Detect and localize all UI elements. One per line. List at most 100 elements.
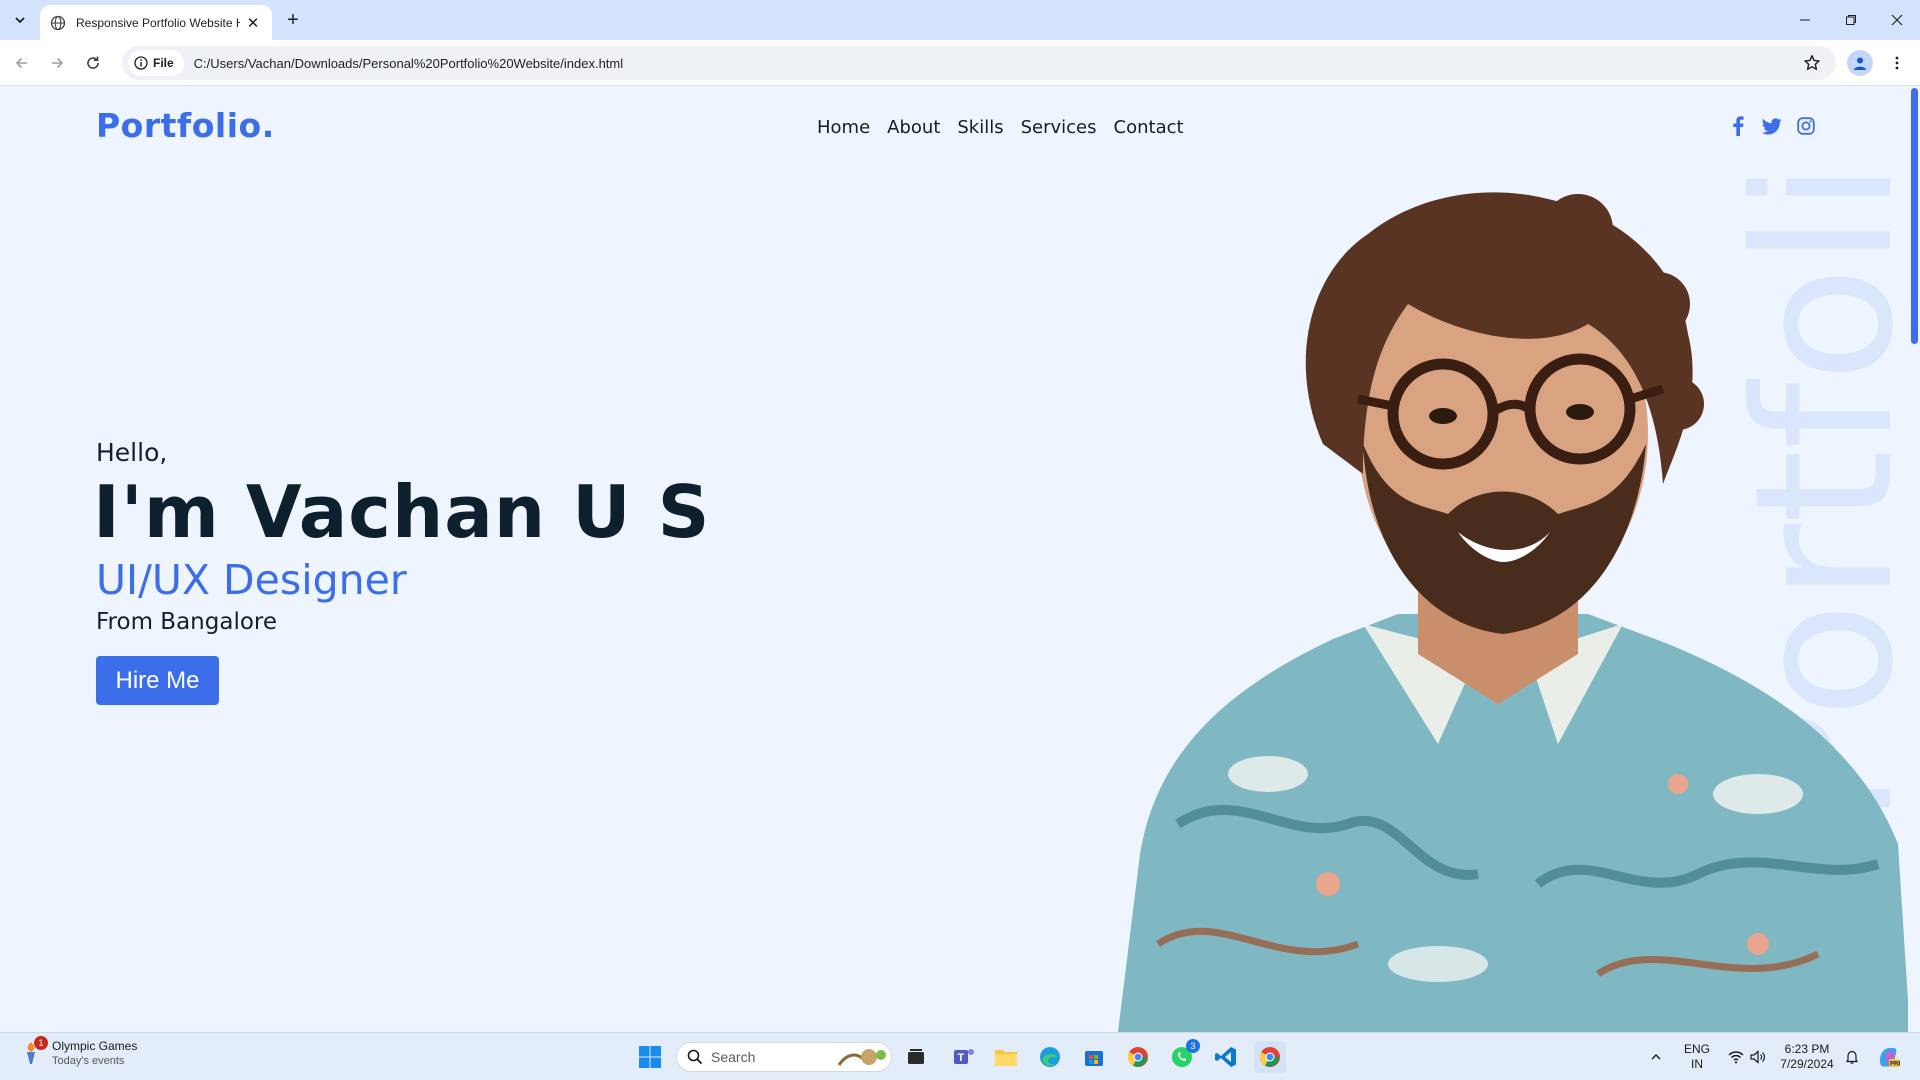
more-vertical-icon bbox=[1895, 56, 1899, 70]
new-tab-button[interactable]: + bbox=[282, 9, 304, 31]
folder-icon bbox=[995, 1050, 1017, 1066]
chevron-down-icon bbox=[15, 17, 25, 24]
browser-tab-strip: Responsive Portfolio Website H ✕ + bbox=[0, 0, 1920, 40]
forward-button[interactable] bbox=[43, 49, 71, 77]
search-highlight-icon bbox=[837, 1049, 886, 1066]
tray-overflow-button[interactable] bbox=[1640, 1041, 1672, 1073]
restore-button[interactable] bbox=[1828, 0, 1874, 40]
windows-icon bbox=[639, 1046, 661, 1068]
tab-search-button[interactable] bbox=[8, 8, 32, 32]
copilot-button[interactable]: PRE bbox=[1872, 1041, 1904, 1073]
browser-tab[interactable]: Responsive Portfolio Website H ✕ bbox=[40, 5, 272, 40]
torch-icon: 1 bbox=[18, 1036, 48, 1066]
taskbar-search[interactable]: Search bbox=[676, 1042, 892, 1072]
back-button[interactable] bbox=[8, 49, 36, 77]
search-icon bbox=[687, 1049, 703, 1065]
close-tab-icon[interactable]: ✕ bbox=[244, 14, 262, 32]
close-window-button[interactable] bbox=[1874, 0, 1920, 40]
minimize-icon bbox=[1800, 19, 1810, 21]
twitter-icon bbox=[1762, 117, 1782, 134]
taskbar: 1 Olympic Games Today's events Search T … bbox=[0, 1032, 1920, 1080]
browser-menu-button[interactable] bbox=[1883, 49, 1911, 77]
site-info-chip[interactable]: File bbox=[128, 50, 184, 76]
widget-badge: 1 bbox=[34, 1036, 48, 1050]
tab-title: Responsive Portfolio Website H bbox=[76, 15, 240, 30]
bell-icon bbox=[1845, 1050, 1859, 1064]
file-explorer-button[interactable] bbox=[990, 1041, 1022, 1073]
network-volume-button[interactable] bbox=[1722, 1041, 1772, 1073]
hero-name: I'm Vachan U S bbox=[93, 470, 711, 554]
svg-text:PRE: PRE bbox=[1890, 1062, 1900, 1068]
hero-greeting: Hello, bbox=[96, 438, 168, 467]
whatsapp-badge: 3 bbox=[1186, 1039, 1200, 1053]
hire-me-button[interactable]: Hire Me bbox=[96, 656, 219, 705]
chevron-up-icon bbox=[1651, 1054, 1661, 1060]
reload-icon bbox=[87, 56, 99, 69]
address-bar[interactable]: File C:/Users/Vachan/Downloads/Personal%… bbox=[122, 46, 1836, 80]
chrome-icon bbox=[1259, 1047, 1280, 1067]
social-links bbox=[1728, 116, 1816, 136]
facebook-icon bbox=[1733, 116, 1744, 136]
chrome-active-button[interactable] bbox=[1254, 1041, 1286, 1073]
task-view-icon bbox=[908, 1049, 924, 1064]
restore-icon bbox=[1846, 15, 1856, 25]
info-icon bbox=[134, 56, 148, 70]
scrollbar-thumb[interactable] bbox=[1911, 88, 1918, 344]
nav-contact[interactable]: Contact bbox=[1114, 117, 1184, 138]
news-widget[interactable]: 1 Olympic Games Today's events bbox=[18, 1036, 138, 1067]
vscode-icon bbox=[1215, 1047, 1236, 1067]
copilot-icon: PRE bbox=[1880, 1048, 1900, 1068]
start-button[interactable] bbox=[634, 1041, 666, 1073]
arrow-right-icon bbox=[52, 57, 64, 69]
notifications-button[interactable] bbox=[1836, 1041, 1868, 1073]
clock-date: 7/29/2024 bbox=[1780, 1057, 1834, 1071]
widget-title: Olympic Games bbox=[52, 1039, 138, 1053]
hero-location: From Bangalore bbox=[96, 609, 278, 635]
clock[interactable]: 6:23 PM 7/29/2024 bbox=[1776, 1042, 1838, 1072]
store-button[interactable] bbox=[1078, 1041, 1110, 1073]
person-icon bbox=[1854, 57, 1866, 70]
portrait-photo bbox=[1118, 192, 1910, 1032]
site-chip-label: File bbox=[153, 56, 174, 70]
main-nav: Home About Skills Services Contact bbox=[817, 117, 1184, 138]
facebook-link[interactable] bbox=[1728, 116, 1748, 136]
browser-toolbar: File C:/Users/Vachan/Downloads/Personal%… bbox=[0, 40, 1920, 86]
instagram-icon bbox=[1797, 117, 1815, 135]
close-icon bbox=[1891, 14, 1903, 26]
wifi-icon bbox=[1728, 1051, 1744, 1064]
site-logo[interactable]: Portfolio. bbox=[96, 106, 275, 145]
minimize-button[interactable] bbox=[1782, 0, 1828, 40]
chrome-icon bbox=[1127, 1047, 1148, 1067]
teams-icon: T bbox=[954, 1049, 974, 1064]
store-icon bbox=[1085, 1051, 1103, 1066]
nav-services[interactable]: Services bbox=[1021, 117, 1097, 138]
star-icon bbox=[1804, 55, 1820, 70]
web-page: Portfolio Portfolio. Home About Skills S… bbox=[0, 86, 1920, 1032]
task-view-button[interactable] bbox=[900, 1041, 932, 1073]
edge-icon bbox=[1040, 1047, 1060, 1067]
widget-subtitle: Today's events bbox=[52, 1055, 125, 1067]
svg-text:T: T bbox=[958, 1052, 965, 1064]
chrome-profile-button[interactable] bbox=[1122, 1041, 1154, 1073]
vscode-button[interactable] bbox=[1210, 1041, 1242, 1073]
url-text[interactable]: C:/Users/Vachan/Downloads/Personal%20Por… bbox=[194, 56, 623, 71]
hero-role: UI/UX Designer bbox=[96, 556, 407, 604]
volume-icon bbox=[1750, 1050, 1765, 1064]
teams-button[interactable]: T bbox=[948, 1041, 980, 1073]
reload-button[interactable] bbox=[79, 49, 107, 77]
nav-about[interactable]: About bbox=[887, 117, 940, 138]
globe-icon bbox=[50, 15, 66, 30]
profile-avatar[interactable] bbox=[1847, 50, 1873, 76]
instagram-link[interactable] bbox=[1796, 116, 1816, 136]
nav-skills[interactable]: Skills bbox=[957, 117, 1003, 138]
whatsapp-button[interactable]: 3 bbox=[1166, 1039, 1200, 1073]
language-indicator[interactable]: ENG IN bbox=[1682, 1042, 1712, 1072]
region-code: IN bbox=[1691, 1057, 1703, 1071]
lang-code: ENG bbox=[1683, 1042, 1710, 1056]
search-placeholder: Search bbox=[711, 1049, 756, 1065]
bookmark-button[interactable] bbox=[1798, 49, 1826, 77]
nav-home[interactable]: Home bbox=[817, 117, 870, 138]
edge-button[interactable] bbox=[1034, 1041, 1066, 1073]
arrow-left-icon bbox=[15, 57, 27, 69]
twitter-link[interactable] bbox=[1762, 116, 1782, 136]
